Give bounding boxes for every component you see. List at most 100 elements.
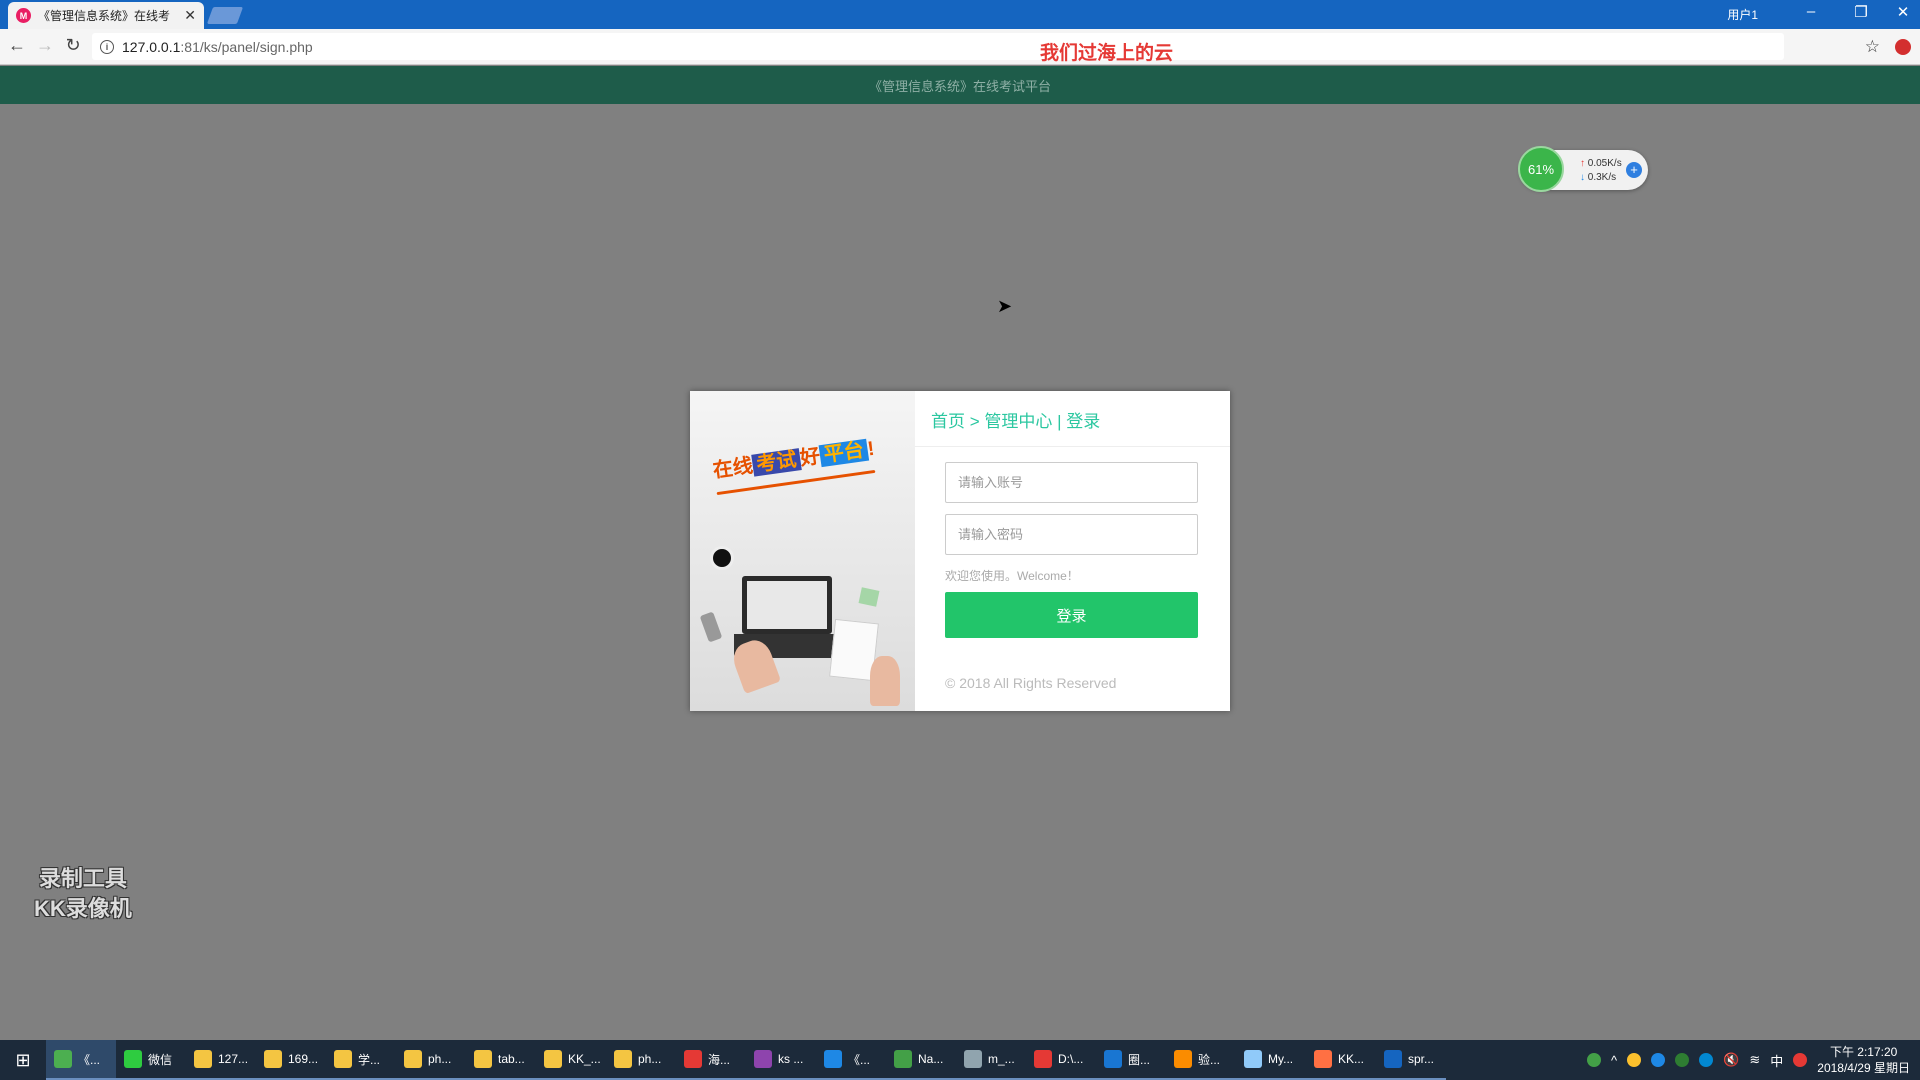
taskbar-item[interactable]: My... (1236, 1040, 1306, 1080)
extension-icon[interactable] (1895, 39, 1911, 55)
account-input[interactable] (945, 462, 1198, 503)
tray-app-icon[interactable] (1627, 1053, 1642, 1067)
taskbar-item-label: D:\... (1058, 1052, 1084, 1066)
taskbar-item[interactable]: 微信 (116, 1040, 186, 1080)
close-window-icon[interactable]: ✕ (1888, 3, 1918, 21)
laptop-screen-icon (742, 576, 832, 634)
taskbar-item[interactable]: 《... (816, 1040, 886, 1080)
forward-arrow-icon[interactable]: → (34, 35, 56, 56)
upload-speed-value: 0.05K/s (1587, 158, 1622, 169)
taskbar-item[interactable]: 学... (326, 1040, 396, 1080)
download-speed: ↓ 0.3K/s (1580, 172, 1616, 183)
login-button[interactable]: 登录 (945, 592, 1198, 638)
taskbar-app-icon (1384, 1050, 1402, 1068)
taskbar-app-icon (1314, 1050, 1332, 1068)
taskbar-item[interactable]: D:\... (1026, 1040, 1096, 1080)
ime-indicator[interactable]: 中 (1770, 1051, 1783, 1070)
taskbar-item[interactable]: ks ... (746, 1040, 816, 1080)
taskbar-item-label: Na... (918, 1052, 944, 1066)
taskbar-item-label: 验... (1198, 1052, 1221, 1067)
reload-icon[interactable]: ↻ (62, 35, 84, 56)
taskbar-app-icon (614, 1050, 632, 1068)
taskbar-item[interactable]: 圈... (1096, 1040, 1166, 1080)
slogan-part4: 平台 (818, 438, 870, 468)
slogan-part2: 考试 (751, 448, 802, 477)
address-bar[interactable]: i 127.0.0.1:81/ks/panel/sign.php (92, 33, 1784, 60)
chevron-up-icon[interactable]: ^ (1611, 1053, 1617, 1068)
taskbar-app-icon (124, 1050, 142, 1068)
profile-user-label[interactable]: 用户1 (1727, 6, 1758, 23)
taskbar-item-label: KK_... (568, 1052, 601, 1066)
network-globe-icon[interactable] (1699, 1053, 1714, 1067)
breadcrumb[interactable]: 首页 > 管理中心 | 登录 (931, 407, 1100, 432)
taskbar-item-label: 圈... (1128, 1052, 1151, 1067)
clock-time: 下午 2:17:20 (1829, 1045, 1898, 1059)
taskbar-item-label: 《... (848, 1052, 871, 1067)
taskbar-item[interactable]: KK_... (536, 1040, 606, 1080)
monitor-icon[interactable] (1675, 1053, 1690, 1067)
phone-icon (699, 611, 723, 643)
network-speed-widget[interactable]: 61% ↑ 0.05K/s ↓ 0.3K/s + (1518, 146, 1648, 192)
taskbar-item-label: tab... (498, 1052, 525, 1066)
taskbar-item[interactable]: ph... (606, 1040, 676, 1080)
wifi-icon[interactable]: ≋ (1749, 1052, 1760, 1068)
watermark-line2: KK录像机 (34, 896, 132, 921)
url-host: 127.0.0.1 (122, 38, 181, 55)
password-input[interactable] (945, 514, 1198, 555)
sogou-icon[interactable] (1793, 1053, 1808, 1067)
bookmark-star-icon[interactable]: ☆ (1865, 37, 1880, 57)
taskbar-item[interactable]: tab... (466, 1040, 536, 1080)
taskbar-item-label: My... (1268, 1052, 1294, 1066)
widget-plus-icon[interactable]: + (1626, 162, 1642, 178)
tab-close-icon[interactable]: ✕ (184, 7, 196, 24)
taskbar-item[interactable]: spr... (1376, 1040, 1446, 1080)
battery-icon[interactable] (1587, 1053, 1602, 1067)
taskbar-item[interactable]: m_... (956, 1040, 1026, 1080)
url-text: 127.0.0.1:81/ks/panel/sign.php (122, 39, 313, 55)
taskbar-item[interactable]: 169... (256, 1040, 326, 1080)
taskbar-app-icon (684, 1050, 702, 1068)
mouse-cursor-icon: ➤ (997, 296, 1013, 316)
volume-muted-icon[interactable]: 🔇 (1723, 1052, 1739, 1068)
form-divider (915, 446, 1230, 447)
page-header-title: 《管理信息系统》在线考试平台 (868, 78, 1051, 94)
browser-titlebar: M 《管理信息系统》在线考 ✕ 用户1 – ❐ ✕ (0, 0, 1920, 29)
taskbar-app-icon (1244, 1050, 1262, 1068)
minimize-icon[interactable]: – (1796, 3, 1826, 20)
taskbar-item-label: KK... (1338, 1052, 1365, 1066)
taskbar-app-icon (474, 1050, 492, 1068)
login-illustration: 在线考试好平台! (690, 391, 915, 711)
taskbar-app-icon (544, 1050, 562, 1068)
download-speed-value: 0.3K/s (1587, 172, 1617, 183)
restore-icon[interactable]: ❐ (1846, 3, 1876, 21)
taskbar-app-icon (824, 1050, 842, 1068)
windows-start-icon[interactable]: ⊞ (0, 1040, 46, 1080)
tab-title: 《管理信息系统》在线考 (38, 9, 171, 23)
new-tab-button[interactable] (206, 7, 244, 24)
taskbar-item[interactable]: ph... (396, 1040, 466, 1080)
coffee-cup-icon (710, 546, 734, 570)
recorder-watermark: 录制工具 KK录像机 (34, 864, 132, 924)
back-arrow-icon[interactable]: ← (6, 35, 28, 56)
site-info-icon[interactable]: i (100, 39, 114, 54)
taskbar-item[interactable]: 海... (676, 1040, 746, 1080)
taskbar-item[interactable]: 127... (186, 1040, 256, 1080)
taskbar-item-label: 微信 (148, 1052, 173, 1067)
taskbar-item[interactable]: 《... (46, 1040, 116, 1080)
overlay-caption: 我们过海上的云 (1040, 43, 1174, 64)
clock[interactable]: 下午 2:17:20 2018/4/29 星期日 (1817, 1044, 1910, 1076)
taskbar-item-label: 学... (358, 1052, 381, 1067)
taskbar-item-label: 127... (218, 1052, 249, 1066)
bluetooth-icon[interactable] (1651, 1053, 1666, 1067)
upload-arrow-icon: ↑ (1580, 158, 1585, 169)
welcome-text: 欢迎您使用。Welcome！ (945, 569, 1079, 583)
taskbar-item[interactable]: 验... (1166, 1040, 1236, 1080)
watermark-line1: 录制工具 (38, 866, 127, 891)
taskbar-item-label: 海... (708, 1052, 731, 1067)
taskbar-item-label: m_... (988, 1052, 1015, 1066)
browser-tab[interactable]: M 《管理信息系统》在线考 ✕ (8, 2, 204, 29)
slogan-part1: 在线 (711, 454, 755, 483)
taskbar-item[interactable]: Na... (886, 1040, 956, 1080)
taskbar-items: 《... 微信 127... 169... 学... ph... tab... KK_... p… (46, 1040, 1446, 1080)
taskbar-item[interactable]: KK... (1306, 1040, 1376, 1080)
